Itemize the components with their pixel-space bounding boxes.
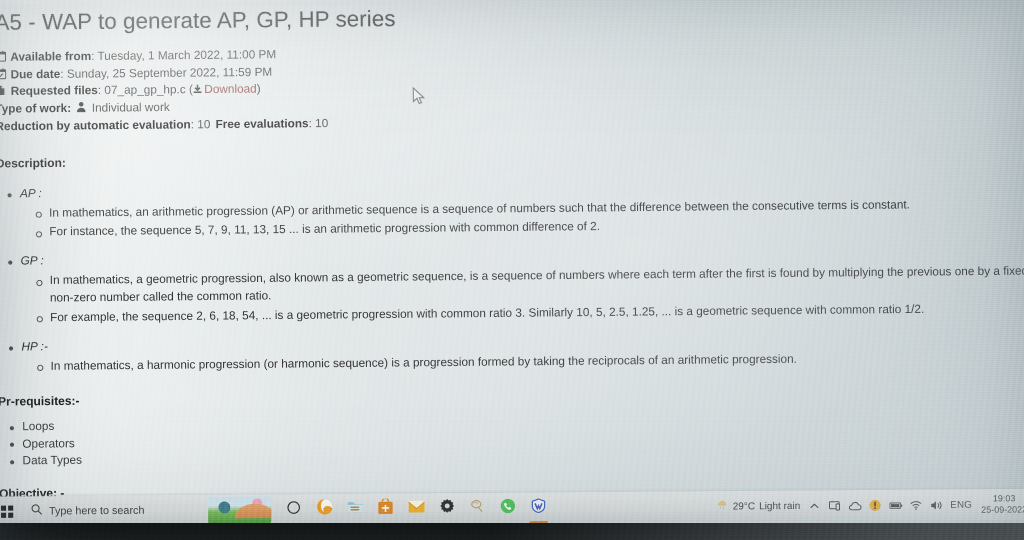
available-from-label: Available from [10, 50, 92, 64]
download-icon [193, 83, 202, 94]
term-ap: AP : In mathematics, an arithmetic progr… [5, 176, 1024, 242]
due-date-label: Due date [10, 68, 61, 82]
battery-icon[interactable] [889, 499, 902, 512]
taskbar-item-microsoft-edge[interactable] [314, 499, 335, 520]
hill-graphic [234, 503, 272, 519]
vmware-icon [530, 497, 546, 519]
free-evaluations-label: Free evaluations [215, 117, 309, 132]
photographed-screen: A5 - WAP to generate AP, GP, HP series A… [0, 0, 1024, 540]
term-points-gp: In mathematics, a geometric progression,… [6, 263, 1024, 327]
type-of-work-value: Individual work [91, 101, 170, 116]
reduction-label: Reduction by automatic evaluation [0, 119, 191, 134]
taskbar-item-whatsapp[interactable] [498, 498, 519, 519]
tray-weather-condition: Light rain [759, 500, 801, 512]
due-date-value: : Sunday, 25 September 2022, 11:59 PM [60, 66, 273, 81]
calendar-icon [0, 50, 7, 62]
requested-files-value: : 07_ap_gp_hp.c ( [97, 84, 193, 98]
cast-device-icon[interactable] [828, 499, 841, 512]
assignment-page: A5 - WAP to generate AP, GP, HP series A… [0, 0, 1024, 501]
description-heading: Description: [0, 156, 66, 171]
requested-files-suffix: ) [256, 83, 261, 97]
tree-graphic [216, 500, 233, 518]
download-link[interactable]: Download [204, 82, 257, 100]
taskbar-item-file-explorer[interactable] [345, 499, 366, 520]
taskbar-spacer [549, 506, 718, 507]
taskbar-item-sketch-app[interactable] [467, 498, 488, 519]
term-gp: GP : In mathematics, a geometric progres… [6, 244, 1024, 328]
search-icon [31, 502, 43, 520]
clock-time: 19:03 [992, 493, 1016, 504]
windows-logo-icon [1, 505, 14, 518]
sketch-icon [469, 497, 485, 519]
tray-weather[interactable]: 29°C Light rain [717, 499, 800, 514]
clock-date: 25-09-2022 [981, 504, 1024, 515]
assignment-metadata: Available from: Tuesday, 1 March 2022, 1… [0, 39, 1024, 136]
taskbar-item-microsoft-store[interactable] [375, 497, 396, 520]
term-hp: HP :- In mathematics, a harmonic progres… [7, 329, 1024, 376]
taskbar-item-mail[interactable] [406, 498, 427, 519]
reduction-value: : 10 [190, 118, 211, 132]
page-title: A5 - WAP to generate AP, GP, HP series [0, 6, 396, 36]
chevron-up-icon[interactable] [807, 499, 820, 512]
rain-icon [717, 499, 728, 513]
language-indicator[interactable]: ENG [950, 499, 972, 510]
wifi-icon[interactable] [909, 498, 922, 511]
prerequisites-list: Loops Operators Data Types [8, 409, 1024, 470]
onedrive-cloud-icon[interactable] [848, 499, 862, 512]
prerequisites-heading: Pr-requisites:- [0, 394, 80, 409]
tray-temperature: 29°C [732, 500, 756, 512]
folder-icon [346, 499, 363, 520]
photo-bottom-border [0, 523, 1024, 540]
available-from-value: : Tuesday, 1 March 2022, 11:00 PM [91, 48, 277, 63]
store-icon [377, 497, 393, 520]
taskbar-item-task-view[interactable] [283, 499, 304, 520]
taskbar-item-vmware[interactable] [528, 497, 549, 519]
file-attachment-icon [0, 85, 7, 96]
clock[interactable]: 19:03 25-09-2022 [979, 493, 1024, 516]
term-points-ap: In mathematics, an arithmetic progressio… [6, 196, 1024, 242]
task-view-icon [287, 500, 301, 519]
search-placeholder: Type here to search [48, 504, 145, 518]
mail-icon [407, 499, 425, 519]
screen-surface: A5 - WAP to generate AP, GP, HP series A… [0, 0, 1024, 539]
whatsapp-icon [500, 497, 516, 519]
taskbar-app-icons [273, 497, 549, 520]
system-tray: 29°C Light rain ENG 19:03 25-09-2022 [717, 493, 1024, 518]
type-of-work-label: Type of work: [0, 102, 72, 117]
person-icon [76, 102, 87, 113]
edge-icon [316, 498, 334, 521]
calendar-check-icon [0, 68, 7, 79]
free-evaluations-value: : 10 [308, 117, 329, 131]
battery-alert-icon[interactable] [869, 499, 882, 512]
speaker-icon[interactable] [930, 498, 943, 511]
gear-icon [439, 498, 454, 519]
requested-files-label: Requested files [10, 85, 98, 99]
weather-widget-icon[interactable] [207, 496, 272, 524]
taskbar-item-settings[interactable] [436, 498, 457, 519]
description-list: AP : In mathematics, an arithmetic progr… [5, 176, 1024, 377]
